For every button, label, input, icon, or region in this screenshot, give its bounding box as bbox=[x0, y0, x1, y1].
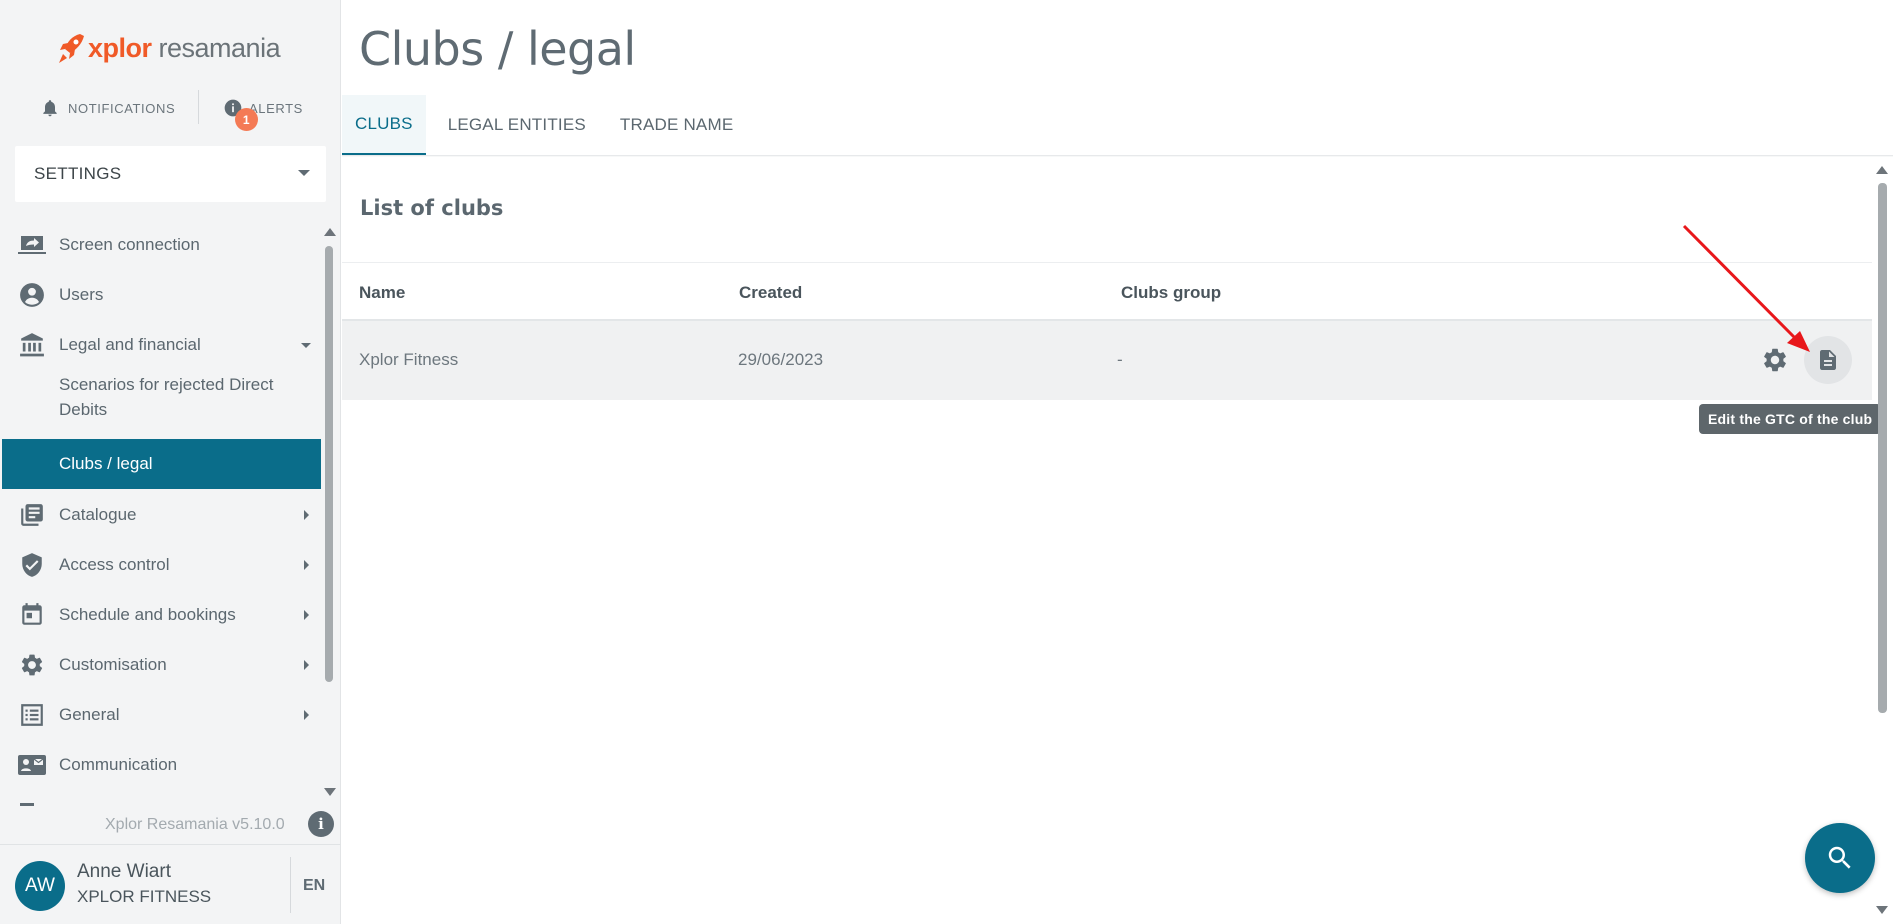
notifications-button[interactable]: NOTIFICATIONS bbox=[40, 98, 175, 118]
sidebar-subitem-clubs-legal[interactable]: Clubs / legal bbox=[2, 439, 321, 489]
contact-mail-icon bbox=[18, 751, 46, 779]
tooltip: Edit the GTC of the club bbox=[1699, 404, 1882, 434]
section-select[interactable]: SETTINGS bbox=[15, 146, 326, 202]
app-version: Xplor Resamania v5.10.0 bbox=[105, 816, 285, 833]
sidebar-scrollbar[interactable] bbox=[325, 246, 333, 682]
global-search-button[interactable] bbox=[1805, 823, 1875, 893]
tab-legal-entities[interactable]: LEGAL ENTITIES bbox=[431, 95, 603, 155]
sidebar-menu: Screen connection Users Legal and financ… bbox=[2, 220, 321, 808]
column-header-clubs-group[interactable]: Clubs group bbox=[1121, 283, 1221, 303]
bell-icon bbox=[43, 100, 57, 117]
document-icon bbox=[1820, 350, 1836, 370]
sidebar-item-label: Customisation bbox=[59, 655, 167, 674]
chevron-down-icon bbox=[301, 342, 311, 348]
column-header-created[interactable]: Created bbox=[739, 283, 802, 303]
edit-gtc-button[interactable] bbox=[1804, 336, 1852, 384]
sidebar-item-label: Users bbox=[59, 285, 104, 304]
list-title: List of clubs bbox=[360, 196, 504, 220]
chevron-right-icon bbox=[304, 660, 309, 670]
rocket-logo-icon bbox=[59, 34, 84, 63]
sidebar-item-general[interactable]: General bbox=[2, 690, 321, 740]
notifications-label: NOTIFICATIONS bbox=[68, 100, 176, 116]
cell-club-name: Xplor Fitness bbox=[359, 350, 459, 369]
sidebar-item-users[interactable]: Users bbox=[2, 270, 321, 320]
bank-icon bbox=[18, 331, 46, 359]
sidebar-item-customisation[interactable]: Customisation bbox=[2, 640, 321, 690]
library-books-icon bbox=[18, 501, 46, 529]
screen-share-icon bbox=[18, 231, 46, 259]
sidebar-item-label: Legal and financial bbox=[59, 335, 201, 354]
section-select-value: SETTINGS bbox=[34, 164, 122, 183]
list-icon bbox=[18, 701, 46, 729]
table-row[interactable] bbox=[342, 321, 1872, 400]
chevron-down-icon bbox=[298, 170, 310, 176]
scroll-up-arrow[interactable] bbox=[324, 228, 336, 236]
page-title: Clubs / legal bbox=[359, 22, 636, 76]
sidebar-subitem-label: Scenarios for rejected Direct Debits bbox=[59, 375, 274, 419]
main-scrollbar[interactable] bbox=[1878, 183, 1887, 713]
logo-brand: xplor bbox=[88, 32, 152, 63]
chevron-right-icon bbox=[304, 510, 309, 520]
chevron-right-icon bbox=[304, 560, 309, 570]
alerts-button[interactable]: ALERTS 1 bbox=[223, 98, 303, 131]
version-info-icon[interactable]: i bbox=[308, 811, 334, 837]
main-content: Clubs / legal CLUBS LEGAL ENTITIES TRADE… bbox=[342, 0, 1893, 924]
alerts-count-badge: 1 bbox=[235, 108, 258, 131]
gear-icon bbox=[1764, 348, 1786, 372]
divider bbox=[290, 857, 291, 913]
sidebar: xplor resamania NOTIFICATIONS ALERTS 1 S… bbox=[0, 0, 341, 924]
sidebar-item-access-control[interactable]: Access control bbox=[2, 540, 321, 590]
sidebar-item-legal-and-financial[interactable]: Legal and financial bbox=[2, 320, 321, 370]
account-circle-icon bbox=[18, 281, 46, 309]
sidebar-item-label: Screen connection bbox=[59, 235, 200, 254]
sidebar-item-label: Communication bbox=[59, 755, 178, 774]
tabs-divider bbox=[342, 155, 1893, 157]
logo-text: xplor resamania bbox=[88, 32, 281, 64]
sidebar-item-screen-connection[interactable]: Screen connection bbox=[2, 220, 321, 270]
column-header-name[interactable]: Name bbox=[359, 283, 405, 303]
scroll-down-arrow[interactable] bbox=[324, 788, 336, 796]
sidebar-item-label: General bbox=[59, 705, 120, 724]
tab-bar: CLUBS LEGAL ENTITIES TRADE NAME bbox=[342, 95, 750, 155]
divider bbox=[198, 90, 199, 124]
alerts-label: ALERTS bbox=[249, 100, 303, 116]
chevron-right-icon bbox=[304, 710, 309, 720]
sidebar-item-label: Catalogue bbox=[59, 505, 137, 524]
sidebar-subitem-rejected-direct-debits[interactable]: Scenarios for rejected Direct Debits bbox=[2, 370, 321, 423]
scroll-up-arrow[interactable] bbox=[1876, 166, 1888, 174]
sidebar-item-catalogue[interactable]: Catalogue bbox=[2, 490, 321, 540]
cell-created-date: 29/06/2023 bbox=[738, 350, 824, 369]
truncated-menu-icon bbox=[20, 803, 34, 806]
tab-trade-name[interactable]: TRADE NAME bbox=[603, 95, 750, 155]
scroll-down-arrow[interactable] bbox=[1876, 906, 1888, 914]
language-switcher[interactable]: EN bbox=[303, 877, 325, 895]
tab-clubs[interactable]: CLUBS bbox=[342, 95, 426, 155]
logo-product: resamania bbox=[158, 32, 281, 63]
sidebar-item-label: Access control bbox=[59, 555, 170, 574]
user-club[interactable]: XPLOR FITNESS bbox=[77, 887, 211, 907]
cell-clubs-group: - bbox=[1117, 350, 1123, 369]
gear-icon bbox=[18, 651, 46, 679]
user-profile: AW Anne Wiart XPLOR FITNESS EN bbox=[0, 844, 341, 924]
search-icon bbox=[1828, 846, 1851, 869]
divider bbox=[342, 262, 1872, 263]
user-name[interactable]: Anne Wiart bbox=[77, 861, 171, 883]
shield-check-icon bbox=[18, 551, 46, 579]
app-logo[interactable]: xplor resamania bbox=[58, 28, 281, 68]
sidebar-item-label: Schedule and bookings bbox=[59, 605, 236, 624]
sidebar-item-schedule-and-bookings[interactable]: Schedule and bookings bbox=[2, 590, 321, 640]
calendar-icon bbox=[18, 601, 46, 629]
club-settings-button[interactable] bbox=[1760, 345, 1790, 375]
chevron-right-icon bbox=[304, 610, 309, 620]
sidebar-subitem-label: Clubs / legal bbox=[59, 454, 153, 473]
avatar[interactable]: AW bbox=[15, 861, 65, 911]
sidebar-item-communication[interactable]: Communication bbox=[2, 740, 321, 790]
notification-bar: NOTIFICATIONS ALERTS 1 bbox=[0, 90, 341, 131]
